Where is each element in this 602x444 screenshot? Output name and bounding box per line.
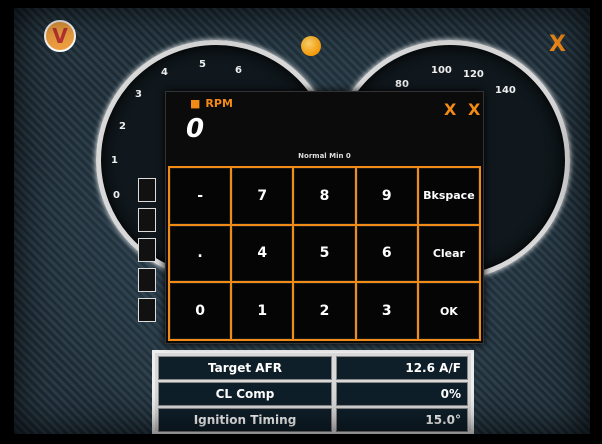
row-label: CL Comp xyxy=(158,382,332,406)
gauge-tick: 140 xyxy=(495,85,516,96)
entry-value-display: 0 xyxy=(186,114,205,144)
gauge-tick: 4 xyxy=(161,67,168,78)
dialog-title-label: RPM xyxy=(205,97,233,110)
backspace-button[interactable]: Bkspace xyxy=(418,168,479,224)
gauge-tick: 1 xyxy=(111,155,118,166)
key-4[interactable]: 4 xyxy=(232,225,293,282)
brand-logo[interactable]: V xyxy=(44,20,76,52)
dialog-title: ■ RPM xyxy=(190,97,233,110)
clear-button[interactable]: Clear xyxy=(418,225,479,282)
status-indicator-icon xyxy=(301,36,321,56)
row-label: Ignition Timing xyxy=(158,408,332,432)
side-readout xyxy=(138,298,156,322)
dialog-cancel-button[interactable]: X xyxy=(468,100,480,119)
key-8[interactable]: 8 xyxy=(294,168,355,224)
device-screen: V X 4 5 6 3 2 1 0 80 100 120 140 60 40 0… xyxy=(14,8,590,434)
row-value: 0% xyxy=(336,382,468,406)
side-readout xyxy=(138,178,156,202)
table-row: Target AFR 12.6 A/F xyxy=(158,356,468,380)
key-0[interactable]: 0 xyxy=(170,283,231,339)
gauge-tick: 80 xyxy=(395,79,409,90)
gauge-tick: 120 xyxy=(463,69,484,80)
gauge-tick: 3 xyxy=(135,89,142,100)
ok-button[interactable]: OK xyxy=(418,283,479,339)
gauge-tick: 100 xyxy=(431,65,452,76)
gauge-tick: 2 xyxy=(119,121,126,132)
key-5[interactable]: 5 xyxy=(294,225,355,282)
table-row: CL Comp 0% xyxy=(158,382,468,406)
row-value: 12.6 A/F xyxy=(336,356,468,380)
table-row: Ignition Timing 15.0° xyxy=(158,408,468,432)
row-value: 15.0° xyxy=(336,408,468,432)
key-7[interactable]: 7 xyxy=(232,168,293,224)
gauge-tick: 0 xyxy=(113,190,120,201)
key-2[interactable]: 2 xyxy=(294,283,355,339)
side-readout xyxy=(138,268,156,292)
key-1[interactable]: 1 xyxy=(232,283,293,339)
numeric-keypad: - 7 8 9 Bkspace . 4 5 6 Clear 0 1 2 3 OK xyxy=(168,166,481,341)
screen-close-button[interactable]: X xyxy=(549,32,566,57)
rpm-marker-icon: ■ xyxy=(190,97,201,110)
key-9[interactable]: 9 xyxy=(356,168,417,224)
gauge-tick: 6 xyxy=(235,65,242,76)
numeric-entry-dialog: ■ RPM 0 X X Normal Min 0 - 7 8 9 Bkspace … xyxy=(165,91,484,344)
gauge-tick: 5 xyxy=(199,59,206,70)
dialog-close-button[interactable]: X xyxy=(444,100,456,119)
dialog-subtitle: Normal Min 0 xyxy=(298,152,351,160)
row-label: Target AFR xyxy=(158,356,332,380)
side-readout xyxy=(138,238,156,262)
key-minus[interactable]: - xyxy=(170,168,231,224)
engine-data-table: Target AFR 12.6 A/F CL Comp 0% Ignition … xyxy=(152,350,474,434)
key-3[interactable]: 3 xyxy=(356,283,417,339)
key-6[interactable]: 6 xyxy=(356,225,417,282)
side-readout xyxy=(138,208,156,232)
key-decimal[interactable]: . xyxy=(170,225,231,282)
